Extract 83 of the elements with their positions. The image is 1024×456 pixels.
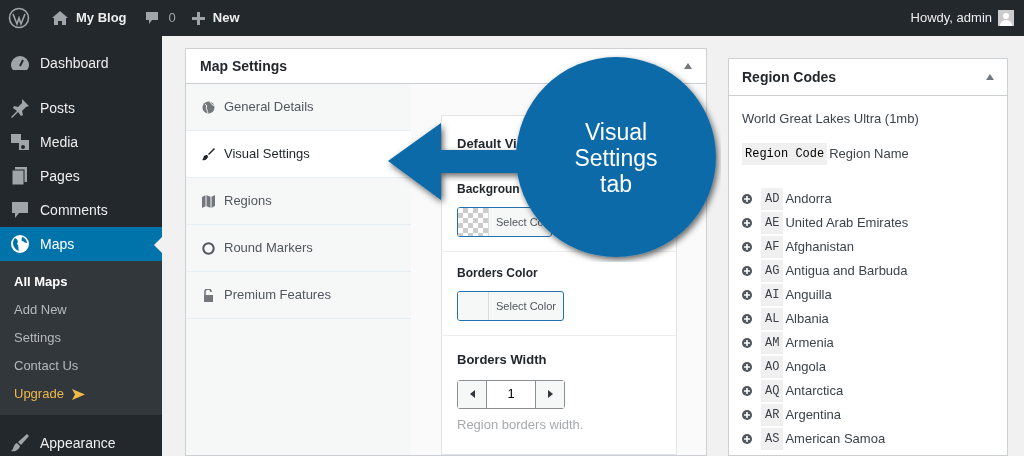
number-stepper[interactable]: 1 — [457, 379, 565, 409]
collapse-icon[interactable] — [684, 63, 692, 69]
region-name: Antarctica — [785, 381, 844, 400]
column-header: Region Name — [829, 144, 909, 163]
region-code: AO — [761, 355, 784, 378]
region-code: AM — [761, 331, 784, 354]
menu-item[interactable]: Comments — [0, 193, 162, 227]
pushpin-icon — [10, 98, 30, 118]
menu-item[interactable]: Appearance — [0, 426, 162, 456]
expand-icon[interactable] — [742, 385, 752, 396]
expand-icon[interactable] — [742, 409, 752, 420]
region-name: Albania — [785, 309, 829, 328]
menu-item[interactable]: Posts — [0, 91, 162, 125]
circle-icon — [202, 241, 215, 255]
collapse-icon[interactable] — [986, 74, 994, 80]
wordpress-logo-icon[interactable] — [8, 7, 30, 29]
unlock-icon — [202, 288, 215, 302]
comment-count[interactable]: 0 — [168, 8, 176, 28]
expand-icon[interactable] — [742, 433, 752, 444]
region-name: Anguilla — [785, 285, 832, 304]
paintbrush-icon — [202, 147, 215, 161]
region-code: AE — [761, 211, 784, 234]
field-label: Borders Width — [457, 351, 548, 369]
expand-icon[interactable] — [742, 289, 752, 300]
menu-item[interactable]: Maps — [0, 227, 162, 261]
media-icon — [10, 132, 30, 152]
submenu-item[interactable]: All Maps — [0, 268, 162, 296]
region-code: AI — [761, 283, 784, 306]
expand-icon[interactable] — [742, 241, 752, 252]
paintbrush-icon — [10, 433, 30, 453]
comment-icon — [144, 11, 159, 25]
expand-icon[interactable] — [742, 313, 752, 324]
globe-icon — [10, 234, 30, 254]
expand-icon[interactable] — [742, 337, 752, 348]
panel-title: Region Codes — [742, 67, 837, 87]
region-name: Andorra — [785, 189, 832, 208]
submenu-item[interactable]: Upgrade — [0, 380, 162, 408]
comment-icon — [10, 200, 30, 220]
expand-icon[interactable] — [742, 361, 752, 372]
region-name: American Samoa — [785, 429, 886, 448]
decrement-button[interactable] — [458, 380, 487, 408]
section-title: Default Vi — [457, 136, 517, 151]
region-code: AF — [761, 235, 784, 258]
increment-button[interactable] — [535, 380, 564, 408]
expand-icon[interactable] — [742, 217, 752, 228]
submenu-item[interactable]: Settings — [0, 324, 162, 352]
submenu-item[interactable]: Add New — [0, 296, 162, 324]
home-icon — [52, 11, 68, 25]
column-header: Region Code — [742, 142, 828, 165]
pages-icon — [10, 166, 30, 186]
expand-icon[interactable] — [742, 193, 752, 204]
region-name: Antigua and Barbuda — [785, 261, 908, 280]
settings-tab[interactable]: Visual Settings — [186, 131, 411, 178]
field-description: Region borders width. — [457, 416, 585, 433]
globe-icon — [202, 100, 215, 114]
region-name: Armenia — [785, 333, 834, 352]
greeting-link[interactable]: Howdy, admin — [910, 8, 992, 28]
map-name: World Great Lakes Ultra (1mb) — [742, 110, 920, 128]
region-name: United Arab Emirates — [785, 213, 909, 232]
field-label: Backgroun — [457, 181, 520, 198]
menu-item[interactable]: Pages — [0, 159, 162, 193]
panel-title: Map Settings — [200, 56, 288, 76]
region-name: Afghanistan — [785, 237, 855, 256]
plus-icon — [191, 11, 205, 25]
region-name: Angola — [785, 357, 826, 376]
region-code: AD — [761, 187, 784, 210]
expand-icon[interactable] — [742, 265, 752, 276]
region-code: AG — [761, 259, 784, 282]
new-link[interactable]: New — [212, 8, 240, 28]
menu-item[interactable]: Media — [0, 125, 162, 159]
region-name: Argentina — [785, 405, 842, 424]
gauge-icon — [10, 54, 30, 72]
field-label: Borders Color — [457, 265, 538, 282]
submenu-item[interactable]: Contact Us — [0, 352, 162, 380]
site-link[interactable]: My Blog — [76, 8, 127, 28]
region-code: AL — [761, 307, 784, 330]
region-code: AS — [761, 427, 784, 450]
region-code: AR — [761, 403, 784, 426]
arrow-icon — [71, 388, 85, 400]
map-icon — [202, 194, 215, 208]
region-code: AQ — [761, 379, 784, 402]
menu-item[interactable]: Dashboard — [0, 46, 162, 80]
color-picker-button[interactable]: Select Color — [457, 291, 564, 321]
